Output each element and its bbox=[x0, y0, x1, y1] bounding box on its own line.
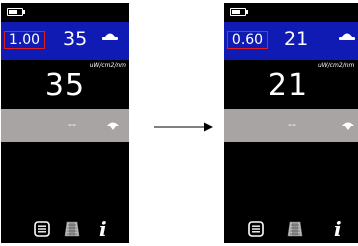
secondary-value: -- bbox=[288, 118, 296, 131]
device-screen-before: 1.00 35 uW/cm2/nm 35 -- i bbox=[1, 3, 129, 243]
probe-icon[interactable] bbox=[105, 119, 121, 131]
correction-factor[interactable]: 1.00 bbox=[4, 31, 45, 49]
sensor-dome-icon[interactable] bbox=[338, 31, 356, 43]
header-value: 21 bbox=[284, 28, 309, 50]
calibration-grid-icon[interactable] bbox=[287, 221, 303, 237]
header-value: 35 bbox=[63, 28, 88, 50]
probe-icon[interactable] bbox=[340, 119, 356, 131]
secondary-bar: -- bbox=[1, 109, 129, 142]
header-bar: 1.00 35 bbox=[1, 22, 129, 60]
header-bar: 0.60 21 bbox=[224, 22, 358, 60]
menu-icon[interactable] bbox=[34, 221, 50, 237]
main-reading: 21 bbox=[267, 68, 309, 103]
info-icon[interactable]: i bbox=[99, 217, 107, 241]
menu-icon[interactable] bbox=[248, 221, 264, 237]
correction-factor[interactable]: 0.60 bbox=[227, 31, 268, 49]
battery-icon bbox=[7, 8, 25, 16]
calibration-grid-icon[interactable] bbox=[64, 221, 80, 237]
transition-arrow-icon bbox=[154, 122, 213, 132]
main-reading: 35 bbox=[44, 68, 86, 103]
secondary-bar: -- bbox=[224, 109, 358, 142]
sensor-dome-icon[interactable] bbox=[101, 31, 119, 43]
secondary-value: -- bbox=[68, 118, 76, 131]
battery-icon bbox=[230, 8, 248, 16]
info-icon[interactable]: i bbox=[334, 217, 342, 241]
device-screen-after: 0.60 21 uW/cm2/nm 21 -- i bbox=[224, 3, 358, 243]
